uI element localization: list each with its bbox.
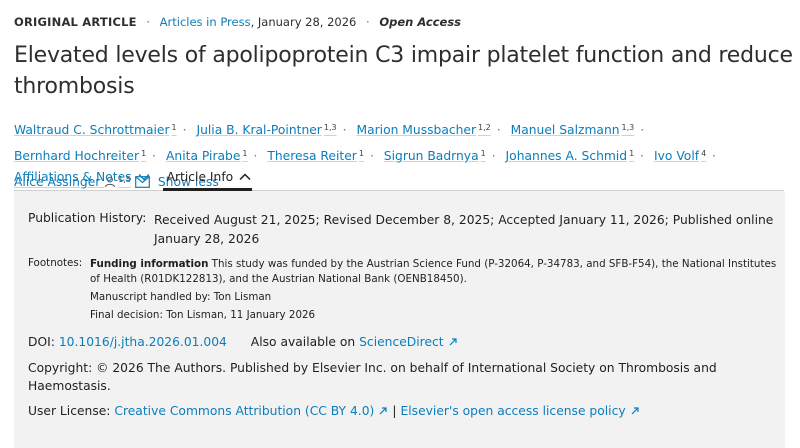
- publication-date: , January 28, 2026: [250, 15, 357, 29]
- tab-affiliations-notes[interactable]: Affiliations & Notes: [14, 166, 151, 188]
- also-available-label: Also available on: [250, 335, 356, 349]
- author-link[interactable]: Manuel Salzmann 1,3: [511, 123, 635, 137]
- elsevier-policy-link[interactable]: Elsevier's open access license policy: [400, 404, 639, 418]
- footnotes-label: Footnotes:: [28, 257, 83, 269]
- copyright: Copyright: © 2026 The Authors. Published…: [28, 361, 717, 393]
- open-access-badge: Open Access: [379, 15, 462, 29]
- external-link-icon: [379, 407, 387, 415]
- tab-article-info[interactable]: Article Info: [167, 166, 253, 188]
- author-link[interactable]: Anita Pirabe 1: [166, 149, 248, 163]
- doi-label: DOI:: [28, 335, 55, 349]
- author-link[interactable]: Ivo Volf 4: [654, 149, 706, 163]
- author-link[interactable]: Marion Mussbacher 1,2: [356, 123, 490, 137]
- publication-history-label: Publication History:: [28, 211, 147, 225]
- license-label: User License:: [28, 404, 111, 418]
- article-type: ORIGINAL ARTICLE: [14, 15, 137, 29]
- author-link[interactable]: Johannes A. Schmid 1: [506, 149, 635, 163]
- author-link[interactable]: Julia B. Kral-Pointner 1,3: [196, 123, 336, 137]
- articles-in-press-link[interactable]: Articles in Press: [160, 15, 251, 29]
- article-tabs: Affiliations & Notes Article Info: [14, 166, 268, 190]
- external-link-icon: [631, 407, 639, 415]
- author-link[interactable]: Sigrun Badrnya 1: [384, 149, 486, 163]
- cc-by-license-link[interactable]: Creative Commons Attribution (CC BY 4.0): [114, 404, 388, 418]
- doi-row: DOI: 10.1016/j.jtha.2026.01.004 Also ava…: [28, 335, 458, 349]
- doi-link[interactable]: 10.1016/j.jtha.2026.01.004: [59, 335, 227, 349]
- article-meta: ORIGINAL ARTICLE · Articles in Press, Ja…: [14, 15, 462, 29]
- article-title: Elevated levels of apolipoprotein C3 imp…: [14, 43, 793, 99]
- manuscript-handled-by: Manuscript handled by: Ton Lisman: [90, 291, 272, 303]
- publication-history: Received August 21, 2025; Revised Decemb…: [154, 213, 774, 246]
- author-link[interactable]: Bernhard Hochreiter 1: [14, 149, 146, 163]
- sciencedirect-link[interactable]: ScienceDirect: [359, 335, 458, 349]
- chevron-up-icon: [239, 173, 251, 181]
- article-page: ORIGINAL ARTICLE · Articles in Press, Ja…: [0, 0, 800, 448]
- license-row: User License: Creative Commons Attributi…: [28, 404, 640, 418]
- chevron-down-icon: [138, 173, 150, 181]
- funding-information: Funding information This study was funde…: [90, 258, 777, 285]
- author-link[interactable]: Theresa Reiter 1: [267, 149, 364, 163]
- final-decision: Final decision: Ton Lisman, 11 January 2…: [90, 309, 316, 321]
- author-link[interactable]: Waltraud C. Schrottmaier 1: [14, 123, 177, 137]
- external-link-icon: [449, 338, 457, 346]
